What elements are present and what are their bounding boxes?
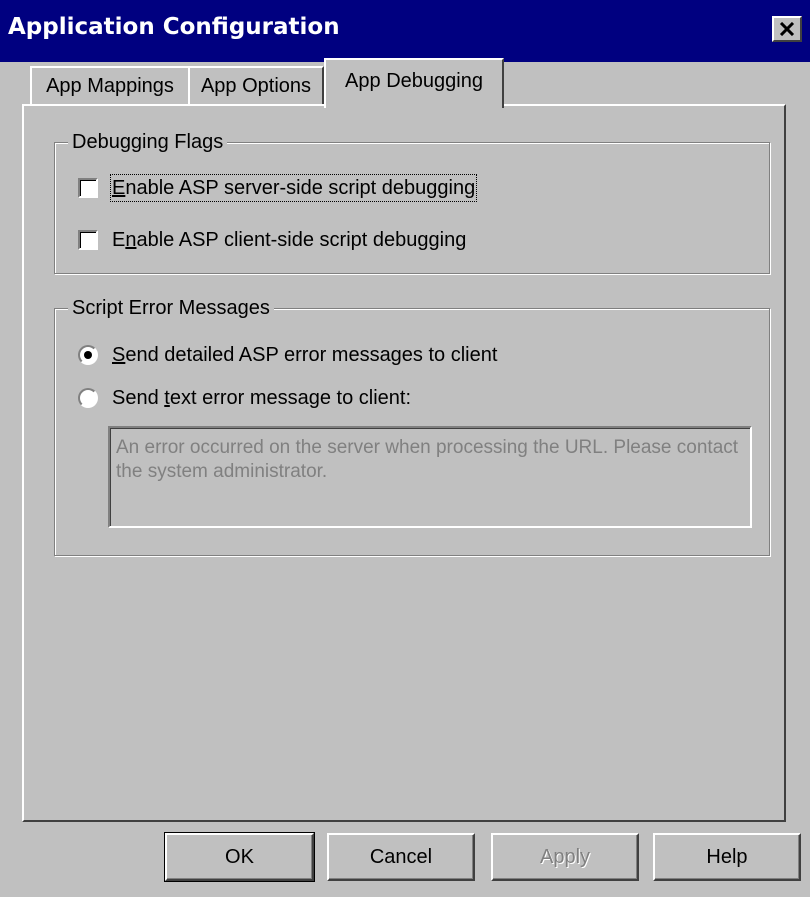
help-button[interactable]: Help: [653, 833, 801, 881]
debugging-flags-group: [54, 142, 770, 274]
script-error-messages-title: Script Error Messages: [68, 297, 274, 319]
ok-button[interactable]: OK: [164, 832, 315, 882]
help-button-label: Help: [706, 845, 748, 868]
tab-app-debugging[interactable]: App Debugging: [324, 58, 504, 108]
cancel-button[interactable]: Cancel: [327, 833, 475, 881]
apply-button[interactable]: Apply: [491, 833, 639, 881]
tab-app-options-label: App Options: [200, 74, 312, 97]
close-button[interactable]: [772, 16, 802, 42]
title-bar: Application Configuration: [0, 0, 810, 62]
radio-selected-dot: [84, 351, 92, 359]
debugging-flags-title: Debugging Flags: [68, 131, 228, 153]
server-side-debugging-checkbox[interactable]: [78, 178, 98, 198]
apply-button-label: Apply: [539, 845, 591, 868]
application-configuration-dialog: Application Configuration App Mappings A…: [0, 0, 810, 897]
tab-app-options[interactable]: App Options: [188, 66, 324, 104]
text-error-radio[interactable]: [78, 388, 98, 408]
detailed-errors-label[interactable]: Send detailed ASP error messages to clie…: [112, 343, 497, 367]
detailed-errors-radio[interactable]: [78, 345, 98, 365]
cancel-button-label: Cancel: [369, 845, 433, 868]
window-title: Application Configuration: [8, 14, 340, 40]
client-side-debugging-checkbox[interactable]: [78, 230, 98, 250]
text-error-label[interactable]: Send text error message to client:: [112, 386, 411, 410]
tab-app-debugging-label: App Debugging: [345, 70, 483, 92]
server-side-debugging-text: nable ASP server-side script debugging: [125, 177, 476, 199]
close-icon: [779, 22, 795, 36]
tab-app-mappings[interactable]: App Mappings: [30, 66, 190, 104]
tab-app-mappings-label: App Mappings: [46, 74, 174, 97]
error-message-textbox[interactable]: An error occurred on the server when pro…: [108, 426, 752, 528]
ok-button-label: OK: [225, 845, 254, 868]
server-side-debugging-label[interactable]: Enable ASP server-side script debugging: [109, 174, 478, 202]
client-side-debugging-label[interactable]: Enable ASP client-side script debugging: [112, 228, 466, 252]
